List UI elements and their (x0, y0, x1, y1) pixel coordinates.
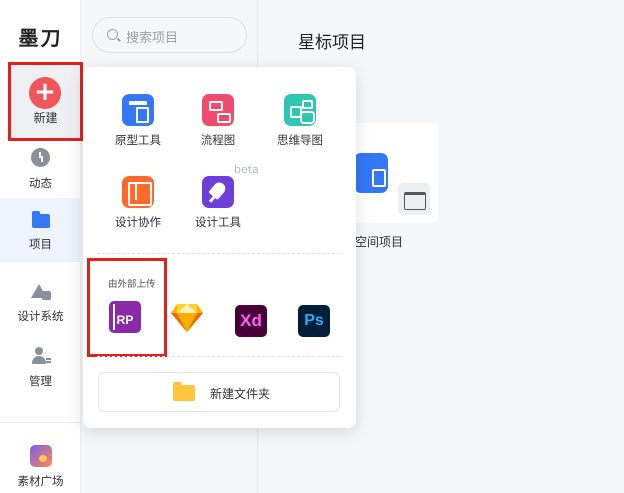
tool-label: 原型工具 (115, 133, 161, 147)
brand-logo: 墨刀 (18, 26, 63, 50)
tool-label: 流程图 (200, 133, 236, 147)
rail-item-label: 素材广场 (17, 474, 64, 488)
market-icon (29, 445, 52, 467)
folder-icon (31, 211, 50, 228)
search-input[interactable]: 搜索项目 (92, 17, 247, 53)
upload-section-title: 由外部上传 (108, 279, 156, 290)
new-button[interactable]: + 新建 (8, 62, 83, 141)
beta-badge: beta (234, 163, 259, 176)
prototype-icon (354, 153, 388, 193)
tool-mindmap[interactable]: 思维导图 (260, 94, 340, 148)
search-icon (107, 29, 118, 40)
adobe-xd-icon[interactable]: Xd (235, 305, 267, 337)
tool-prototype[interactable]: 原型工具 (98, 94, 178, 148)
design-collab-icon (122, 176, 154, 208)
flowchart-icon (202, 94, 234, 126)
tool-design-collab[interactable]: 设计协作 (98, 176, 178, 230)
page-title: 星标项目 (298, 33, 366, 53)
section-divider (97, 356, 340, 357)
search-placeholder: 搜索项目 (126, 31, 179, 46)
new-folder-button[interactable]: 新建文件夹 (98, 372, 340, 412)
folder-icon (173, 382, 195, 401)
app-label: RP (116, 313, 134, 327)
tool-design[interactable]: 设计工具 (178, 176, 258, 230)
rail-item-design-system[interactable]: 设计系统 (0, 282, 81, 324)
project-card-label: 空间项目 (355, 235, 404, 249)
plus-icon: + (29, 77, 61, 109)
tool-label: 设计协作 (115, 215, 161, 229)
rail-item-label: 管理 (29, 374, 52, 388)
new-menu-popup: 原型工具 流程图 思维导图 设计协作 设计工具 beta 由外部上传 RP Xd… (83, 67, 356, 428)
rail-item-manage[interactable]: 管理 (0, 347, 81, 389)
rail-item-label: 设计系统 (17, 309, 64, 323)
mindmap-icon (284, 94, 316, 126)
tool-label: 设计工具 (195, 215, 241, 229)
new-folder-label: 新建文件夹 (210, 387, 271, 401)
sketch-icon[interactable] (170, 303, 204, 333)
rail-item-label: 项目 (29, 237, 52, 251)
new-button-label: 新建 (33, 111, 58, 125)
rail-item-label: 动态 (29, 176, 52, 190)
app-label: Xd (240, 311, 262, 330)
prototype-icon (122, 94, 154, 126)
manage-icon (31, 347, 51, 365)
rail-item-market[interactable]: 素材广场 (0, 445, 81, 489)
rail-divider (0, 422, 81, 423)
window-icon (398, 183, 430, 215)
tool-label: 思维导图 (277, 133, 323, 147)
photoshop-icon[interactable]: Ps (298, 305, 330, 337)
section-divider (97, 253, 340, 254)
app-label: Ps (304, 312, 324, 329)
rail-item-activity[interactable]: 动态 (0, 148, 81, 191)
design-system-icon (30, 282, 51, 300)
design-tool-icon (202, 176, 234, 208)
rail-item-projects[interactable]: 项目 (0, 198, 81, 262)
left-nav-rail: 墨刀 + 新建 动态 项目 设计系统 管理 素材广场 (0, 0, 83, 493)
clock-icon (31, 148, 50, 167)
axure-rp-icon[interactable]: RP (109, 301, 141, 333)
tool-flowchart[interactable]: 流程图 (178, 94, 258, 148)
